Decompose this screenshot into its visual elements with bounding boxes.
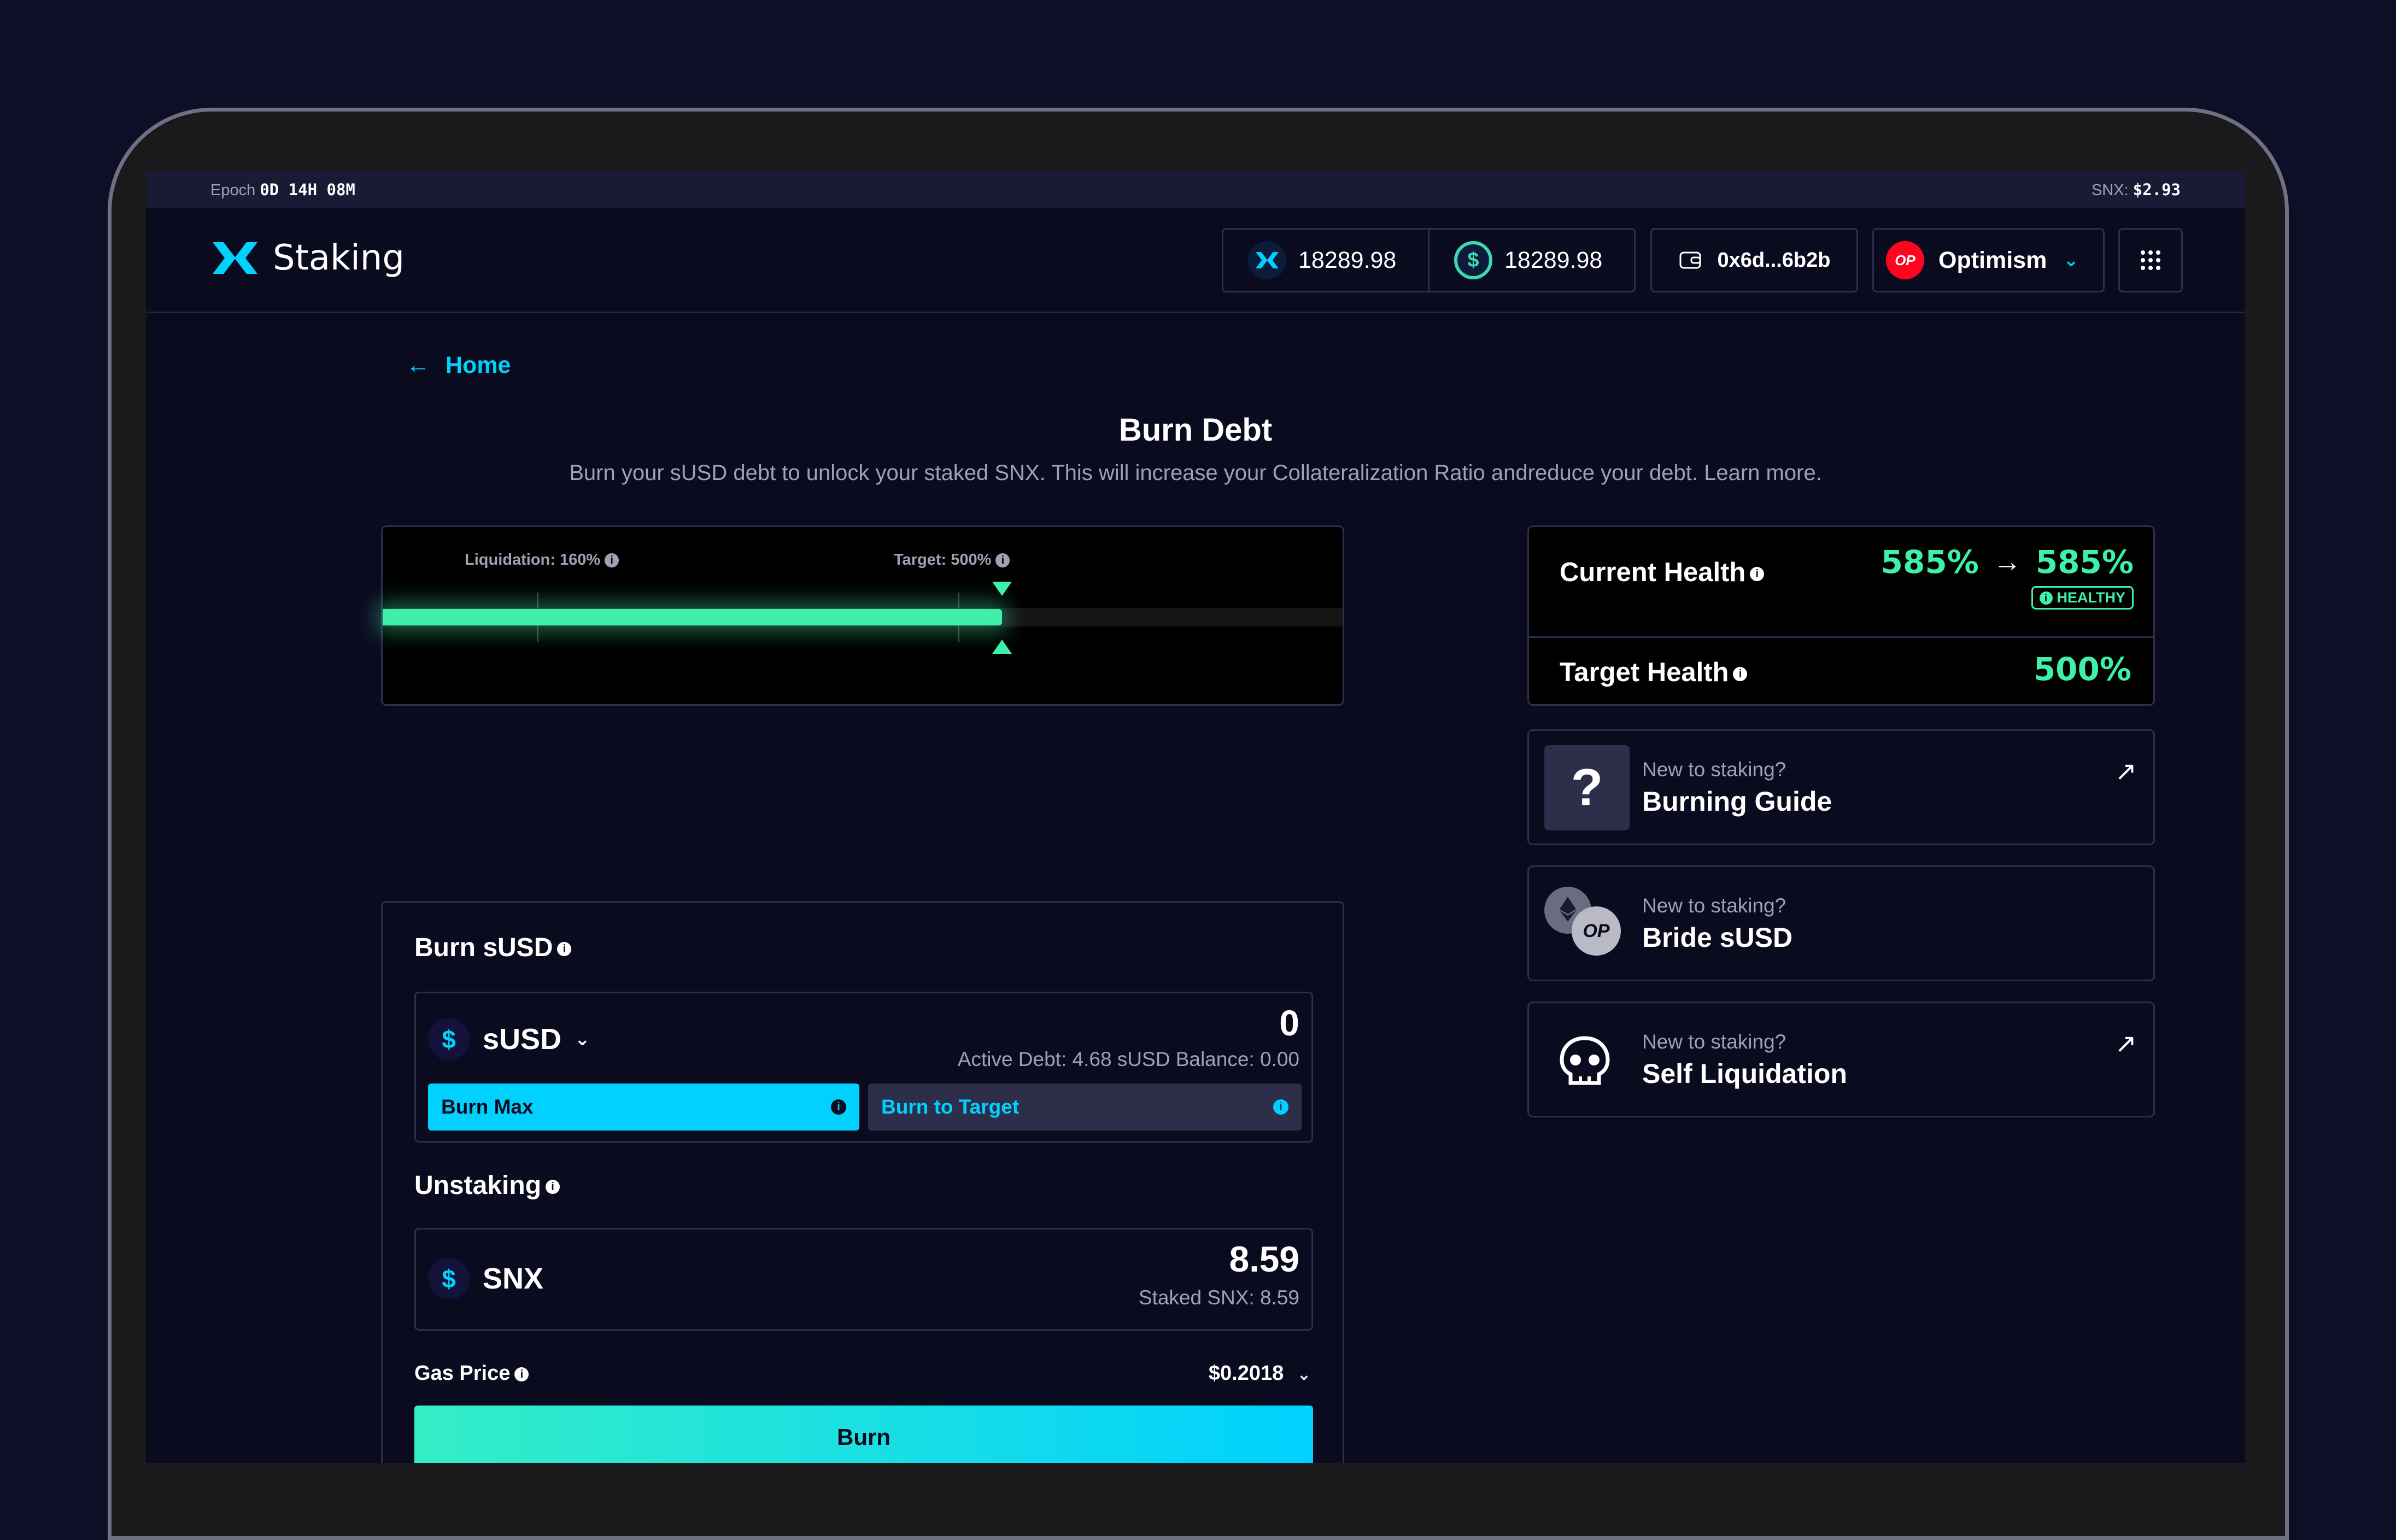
health-panel: Current Health i 585% → 585% i HEALTHY Ta… xyxy=(1527,525,2155,706)
liquidation-marker-label: Liquidation: 160% i xyxy=(465,551,619,569)
target-health-label: Target Health i xyxy=(1560,657,1748,688)
current-health-values: 585% → 585% xyxy=(1881,543,2134,581)
snx-price-value: $2.93 xyxy=(2133,180,2181,199)
burning-guide-card[interactable]: ? New to staking? Burning Guide ↗ xyxy=(1527,729,2155,845)
burn-token-selector[interactable]: $ sUSD ⌄ xyxy=(428,1018,590,1060)
unstake-token: $ SNX xyxy=(428,1258,543,1299)
current-health-row: Current Health i 585% → 585% i HEALTHY xyxy=(1529,527,2153,638)
susd-token-icon: $ xyxy=(428,1018,470,1060)
grid-icon xyxy=(2141,250,2160,270)
network-selector[interactable]: OP Optimism ⌄ xyxy=(1872,228,2105,292)
app-name: Staking xyxy=(273,238,405,278)
current-health-from: 585% xyxy=(1881,543,1979,581)
status-info-icon: i xyxy=(2039,591,2053,605)
susd-balance-value: 18289.98 xyxy=(1504,247,1603,273)
info-icon[interactable]: i xyxy=(514,1367,529,1381)
unstake-amount-field: $ SNX 8.59 Staked SNX: 8.59 xyxy=(414,1228,1313,1331)
current-marker-top-icon xyxy=(992,582,1012,596)
wallet-button[interactable]: 0x6d...6b2b xyxy=(1650,228,1858,292)
snx-token-icon: $ xyxy=(428,1258,470,1299)
chevron-down-icon: ⌄ xyxy=(575,1029,590,1050)
epoch-countdown: Epoch 0D 14H 08M xyxy=(210,180,355,199)
epoch-bar: Epoch 0D 14H 08M SNX: $2.93 xyxy=(146,171,2245,208)
self-liquidation-card[interactable]: New to staking? Self Liquidation ↗ xyxy=(1527,1002,2155,1117)
skull-icon xyxy=(1560,1036,1610,1085)
target-marker-label: Target: 500% i xyxy=(894,551,1010,569)
current-marker-bottom-icon xyxy=(992,640,1012,654)
info-icon[interactable]: i xyxy=(557,942,572,957)
target-health-value: 500% xyxy=(2033,651,2131,688)
arrow-left-icon: ← xyxy=(406,352,430,378)
burn-button[interactable]: Burn xyxy=(414,1406,1313,1463)
snx-balance-value: 18289.98 xyxy=(1298,247,1397,273)
optimism-icon: OP xyxy=(1886,241,1924,279)
card-caption: New to staking? xyxy=(1642,758,1786,781)
back-home-label: Home xyxy=(446,352,511,378)
chevron-down-icon: ⌄ xyxy=(2063,250,2079,271)
external-link-icon: ↗ xyxy=(2114,1029,2137,1058)
burn-to-target-button[interactable]: Burn to Target i xyxy=(868,1084,1302,1131)
info-icon[interactable]: i xyxy=(995,553,1010,568)
bridge-icon: OP xyxy=(1544,887,1632,958)
card-title: Bride sUSD xyxy=(1642,922,1793,953)
page-title: Burn Debt xyxy=(1118,412,1273,448)
snx-price: SNX: $2.93 xyxy=(2091,180,2181,199)
susd-token-icon: $ xyxy=(1454,241,1492,279)
staked-snx-info: Staked SNX: 8.59 xyxy=(1138,1286,1299,1309)
external-link-icon: ↗ xyxy=(2114,757,2137,786)
current-health-label: Current Health i xyxy=(1560,557,1765,588)
chevron-down-icon: ⌄ xyxy=(1297,1366,1311,1384)
card-title: Burning Guide xyxy=(1642,786,1832,817)
epoch-value: 0D 14H 08M xyxy=(260,180,355,199)
burn-amount-input[interactable]: 0 xyxy=(1279,1002,1299,1044)
info-icon: i xyxy=(831,1099,846,1115)
apps-menu-button[interactable] xyxy=(2118,228,2183,292)
card-title: Self Liquidation xyxy=(1642,1058,1847,1089)
back-home-link[interactable]: ← Home xyxy=(406,352,511,379)
snx-token-icon xyxy=(1248,241,1286,279)
app-logo[interactable]: Staking xyxy=(210,238,405,278)
card-caption: New to staking? xyxy=(1642,1030,1786,1053)
card-caption: New to staking? xyxy=(1642,894,1786,917)
burn-amount-field: $ sUSD ⌄ 0 Active Debt: 4.68 sUSD Balanc… xyxy=(414,992,1313,1143)
info-icon[interactable]: i xyxy=(605,553,619,568)
header: Staking 18289.98 $ 18289.98 0x6d...6b2b … xyxy=(146,208,2245,313)
bridge-susd-card[interactable]: OP New to staking? Bride sUSD xyxy=(1527,865,2155,981)
balances: 18289.98 $ 18289.98 xyxy=(1222,228,1636,292)
burn-section-label: Burn sUSD i xyxy=(414,933,572,963)
current-health-to: 585% xyxy=(2035,543,2134,581)
wallet-address: 0x6d...6b2b xyxy=(1717,248,1831,272)
info-icon[interactable]: i xyxy=(1750,567,1765,582)
app-screen: Epoch 0D 14H 08M SNX: $2.93 Staking 1828… xyxy=(146,171,2245,1463)
burn-max-button[interactable]: Burn Max i xyxy=(428,1084,859,1131)
wallet-icon xyxy=(1679,251,1701,269)
question-icon: ? xyxy=(1544,745,1630,830)
unstake-amount-value: 8.59 xyxy=(1229,1239,1299,1279)
network-name: Optimism xyxy=(1938,247,2047,273)
status-badge: i HEALTHY xyxy=(2031,586,2134,610)
synthetix-logo-icon xyxy=(213,242,257,274)
gauge-fill xyxy=(383,609,1002,625)
info-icon: i xyxy=(1273,1099,1288,1115)
snx-balance[interactable]: 18289.98 xyxy=(1223,230,1428,291)
info-icon[interactable]: i xyxy=(546,1180,560,1194)
unstaking-section-label: Unstaking i xyxy=(414,1170,560,1201)
burn-balance-info: Active Debt: 4.68 sUSD Balance: 0.00 xyxy=(957,1048,1299,1070)
info-icon[interactable]: i xyxy=(1733,667,1748,682)
susd-balance[interactable]: $ 18289.98 xyxy=(1428,230,1634,291)
collateral-gauge: Liquidation: 160% i Target: 500% i xyxy=(381,525,1344,706)
arrow-right-icon: → xyxy=(1993,546,2022,578)
page-subtitle: Burn your sUSD debt to unlock your stake… xyxy=(569,461,1822,485)
burn-form: Burn sUSD i $ sUSD ⌄ 0 Active Debt: 4.68 … xyxy=(381,901,1344,1463)
gas-price-label: Gas Price i xyxy=(414,1362,529,1385)
gas-price-selector[interactable]: $0.2018 ⌄ xyxy=(1209,1362,1311,1385)
